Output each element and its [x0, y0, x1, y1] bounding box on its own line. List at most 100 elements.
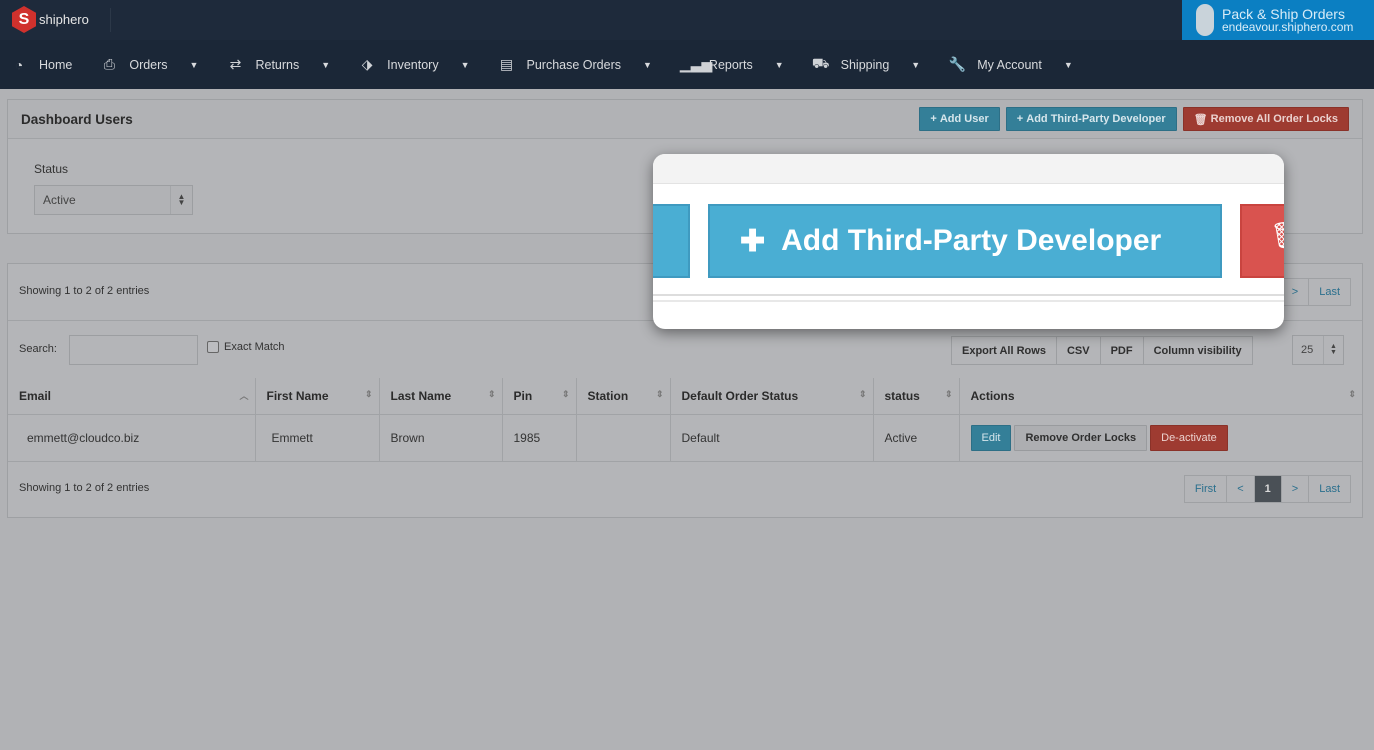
nav-shipping[interactable]: ⛟ Shipping ▼	[811, 55, 920, 74]
col-label: First Name	[266, 388, 329, 403]
nav-reports[interactable]: ▁▃▅ Reports ▼	[680, 56, 784, 73]
users-table: Email ︿ First Name ⇕ Last Name ⇕ Pin ⇕ Stati…	[8, 378, 1362, 462]
pager-next[interactable]: >	[1280, 475, 1310, 503]
remove-all-order-locks-button[interactable]: 🗑 Remove All Order Locks	[1182, 107, 1349, 131]
add-third-party-developer-button[interactable]: + Add Third-Party Developer	[1005, 107, 1177, 131]
page-length-value: 25	[1301, 344, 1314, 356]
remove-locks-label: Remove All Order Locks	[1210, 113, 1338, 125]
col-label: Actions	[970, 388, 1015, 403]
caret-down-icon[interactable]: ▼	[461, 60, 470, 70]
logo-text: shiphero	[39, 12, 89, 27]
select-arrows-icon: ▲ ▼	[170, 186, 192, 214]
add-user-label: Add User	[939, 113, 989, 125]
page-length-select[interactable]: 25 ▲ ▼	[1292, 335, 1344, 365]
lens-add-third-party-developer-button: ✚ Add Third-Party Developer	[708, 204, 1222, 278]
edit-button[interactable]: Edit	[970, 424, 1012, 451]
main-nav: ◔ Home ⎙ Orders ▼ ⇄ Returns ▼ ⬗ Inventory ▼ ▤ Purcha…	[0, 40, 1374, 89]
lens-divider	[653, 294, 1284, 302]
caret-down-icon[interactable]: ▼	[775, 60, 784, 70]
col-default-order-status[interactable]: Default Order Status ⇕	[670, 378, 874, 415]
nav-label: Returns	[255, 57, 300, 72]
signal-icon: ▁▃▅	[679, 56, 713, 72]
pager-prev[interactable]: <	[1226, 475, 1255, 503]
nav-label: Orders	[129, 57, 168, 72]
search-input[interactable]	[69, 335, 198, 365]
pager-last[interactable]: Last	[1308, 278, 1351, 306]
lens-band	[653, 154, 1284, 184]
nav-home[interactable]: ◔ Home	[10, 56, 73, 73]
nav-label: Home	[39, 57, 73, 72]
remove-order-locks-button[interactable]: Remove Order Locks	[1014, 424, 1148, 451]
col-label: Default Order Status	[681, 388, 799, 403]
deactivate-button[interactable]: De-activate	[1150, 424, 1228, 451]
pdf-button[interactable]: PDF	[1099, 336, 1144, 365]
nav-my-account[interactable]: 🔧 My Account ▼	[948, 56, 1073, 73]
status-label: Status	[34, 162, 69, 176]
col-label: status	[884, 388, 920, 403]
cell-status: Active	[873, 414, 960, 462]
cell-email: emmett@cloudco.biz	[8, 414, 256, 462]
exact-match-checkbox[interactable]	[207, 341, 219, 353]
nav-inventory[interactable]: ⬗ Inventory ▼	[358, 56, 470, 73]
exact-match[interactable]: Exact Match	[207, 341, 285, 353]
col-status[interactable]: status ⇕	[873, 378, 960, 415]
nav-orders[interactable]: ⎙ Orders ▼	[100, 56, 199, 73]
col-first-name[interactable]: First Name ⇕	[255, 378, 380, 415]
caret-down-icon[interactable]: ▼	[190, 60, 199, 70]
add-user-button[interactable]: + Add User	[919, 107, 1000, 131]
nav-purchase-orders[interactable]: ▤ Purchase Orders ▼	[498, 56, 652, 73]
plus-icon: ✚	[740, 224, 766, 258]
sort-asc-icon: ︿	[239, 391, 249, 401]
status-value: Active	[43, 193, 76, 207]
caret-down-icon[interactable]: ▼	[643, 60, 652, 70]
pagination-top: > Last	[1280, 278, 1351, 306]
cell-first-name: Emmett	[255, 414, 380, 462]
nav-returns[interactable]: ⇄ Returns ▼	[226, 56, 331, 73]
magnifier-callout: ✚ Add Third-Party Developer 🗑	[653, 154, 1284, 329]
col-station[interactable]: Station ⇕	[576, 378, 671, 415]
column-visibility-button[interactable]: Column visibility	[1142, 336, 1253, 365]
pager-last[interactable]: Last	[1308, 475, 1351, 503]
page-title: Dashboard Users	[21, 111, 133, 127]
caret-down-icon[interactable]: ▼	[1064, 60, 1073, 70]
pack-title: Pack & Ship Orders	[1222, 5, 1345, 22]
sort-icon: ⇕	[487, 389, 496, 399]
col-email[interactable]: Email ︿	[8, 378, 256, 415]
caret-down-icon[interactable]: ▼	[911, 60, 920, 70]
pager-page-1[interactable]: 1	[1253, 475, 1282, 503]
divider	[110, 8, 111, 32]
nav-label: My Account	[977, 57, 1042, 72]
lens-trash-icon: 🗑	[1240, 204, 1284, 278]
sort-icon: ⇕	[858, 389, 867, 399]
pager-next[interactable]: >	[1280, 278, 1310, 306]
col-actions[interactable]: Actions ⇕	[959, 378, 1362, 415]
sort-icon: ⇕	[364, 389, 373, 399]
col-last-name[interactable]: Last Name ⇕	[379, 378, 503, 415]
nav-label: Shipping	[840, 57, 890, 72]
col-pin[interactable]: Pin ⇕	[502, 378, 577, 415]
col-label: Station	[587, 388, 629, 403]
status-select[interactable]: Active ▲ ▼	[34, 185, 193, 215]
truck-icon: ⛟	[811, 55, 830, 71]
pagination-bottom: First < 1 > Last	[1183, 475, 1351, 503]
export-all-rows-button[interactable]: Export All Rows	[951, 336, 1057, 365]
pager-first[interactable]: First	[1183, 475, 1228, 503]
sort-icon: ⇕	[561, 389, 570, 399]
lens-add-user-edge	[653, 204, 690, 278]
showing-info-bottom: Showing 1 to 2 of 2 entries	[19, 482, 150, 494]
nav-label: Purchase Orders	[526, 57, 621, 72]
cell-last-name: Brown	[379, 414, 503, 462]
shiphero-logo[interactable]: Sshiphero	[12, 6, 89, 33]
export-buttons: Export All Rows CSV PDF Column visibilit…	[951, 336, 1253, 365]
col-label: Email	[19, 388, 52, 403]
search-label: Search:	[19, 343, 57, 355]
dashboard-icon: ◔	[14, 56, 24, 73]
pack-ship-orders-button[interactable]: Pack & Ship Orders endeavour.shiphero.com	[1182, 0, 1374, 40]
col-label: Last Name	[390, 388, 452, 403]
caret-down-icon[interactable]: ▼	[321, 60, 330, 70]
col-label: Pin	[513, 388, 533, 403]
cell-pin: 1985	[502, 414, 577, 462]
csv-button[interactable]: CSV	[1055, 336, 1101, 365]
pack-subtitle: endeavour.shiphero.com	[1222, 19, 1354, 34]
exchange-icon: ⇄	[229, 56, 242, 72]
